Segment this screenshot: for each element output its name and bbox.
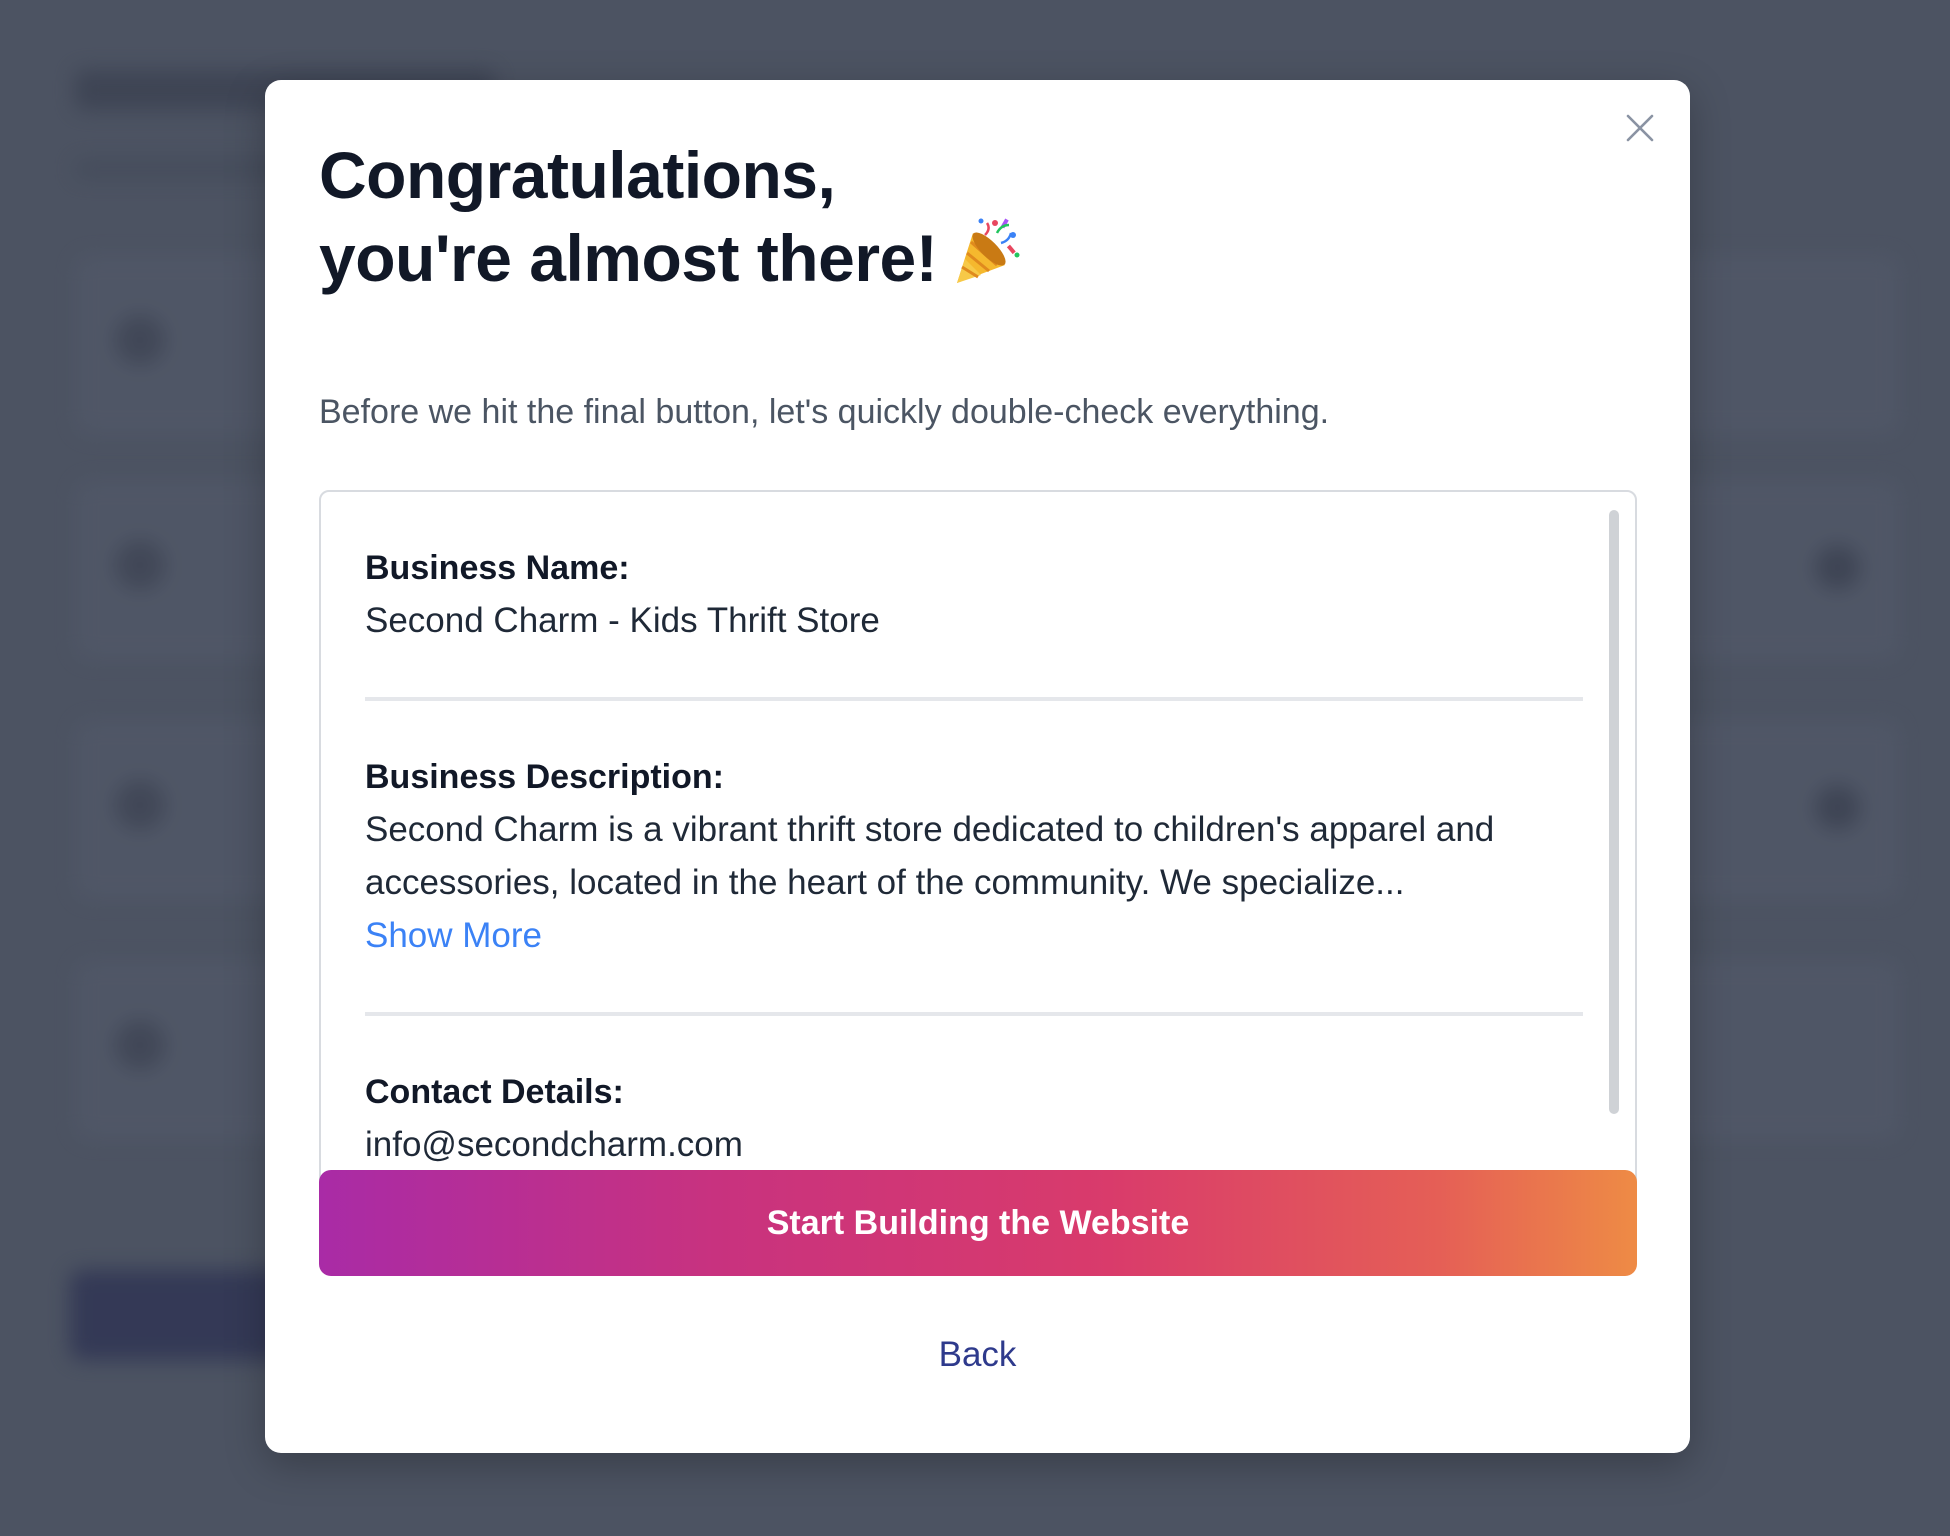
- background-card-icon: [115, 1020, 165, 1070]
- business-name-section: Business Name: Second Charm - Kids Thrif…: [365, 492, 1583, 701]
- show-more-link[interactable]: Show More: [365, 909, 542, 962]
- business-description-value: Second Charm is a vibrant thrift store d…: [365, 810, 1495, 902]
- background-card-action: [1815, 785, 1860, 830]
- summary-content: Business Name: Second Charm - Kids Thrif…: [365, 492, 1583, 1202]
- background-card-action: [1815, 545, 1860, 590]
- confirmation-modal: Congratulations, you're almost there! Be…: [265, 80, 1690, 1453]
- business-description-section: Business Description: Second Charm is a …: [365, 701, 1583, 1016]
- modal-title: Congratulations, you're almost there!: [319, 135, 1023, 298]
- summary-scrollbar-thumb[interactable]: [1609, 510, 1619, 1114]
- business-name-value: Second Charm - Kids Thrift Store: [365, 601, 880, 640]
- modal-subtitle: Before we hit the final button, let's qu…: [319, 393, 1330, 431]
- summary-scrollbar[interactable]: [1609, 510, 1619, 1114]
- close-button[interactable]: [1620, 108, 1660, 148]
- business-description-label: Business Description:: [365, 758, 724, 796]
- contact-email: info@secondcharm.com: [365, 1125, 743, 1164]
- back-button[interactable]: Back: [265, 1330, 1690, 1380]
- background-card-icon: [115, 540, 165, 590]
- background-card-icon: [115, 780, 165, 830]
- close-icon: [1626, 114, 1654, 142]
- summary-panel: Business Name: Second Charm - Kids Thrif…: [319, 490, 1637, 1204]
- party-popper-icon: [957, 218, 1020, 283]
- business-name-label: Business Name:: [365, 549, 630, 587]
- background-subtitle: [75, 160, 295, 178]
- contact-details-label: Contact Details:: [365, 1073, 624, 1111]
- modal-title-line-1: Congratulations,: [319, 138, 836, 212]
- background-card-icon: [115, 315, 165, 365]
- start-building-button[interactable]: Start Building the Website: [319, 1170, 1637, 1276]
- modal-title-line-2: you're almost there!: [319, 221, 938, 295]
